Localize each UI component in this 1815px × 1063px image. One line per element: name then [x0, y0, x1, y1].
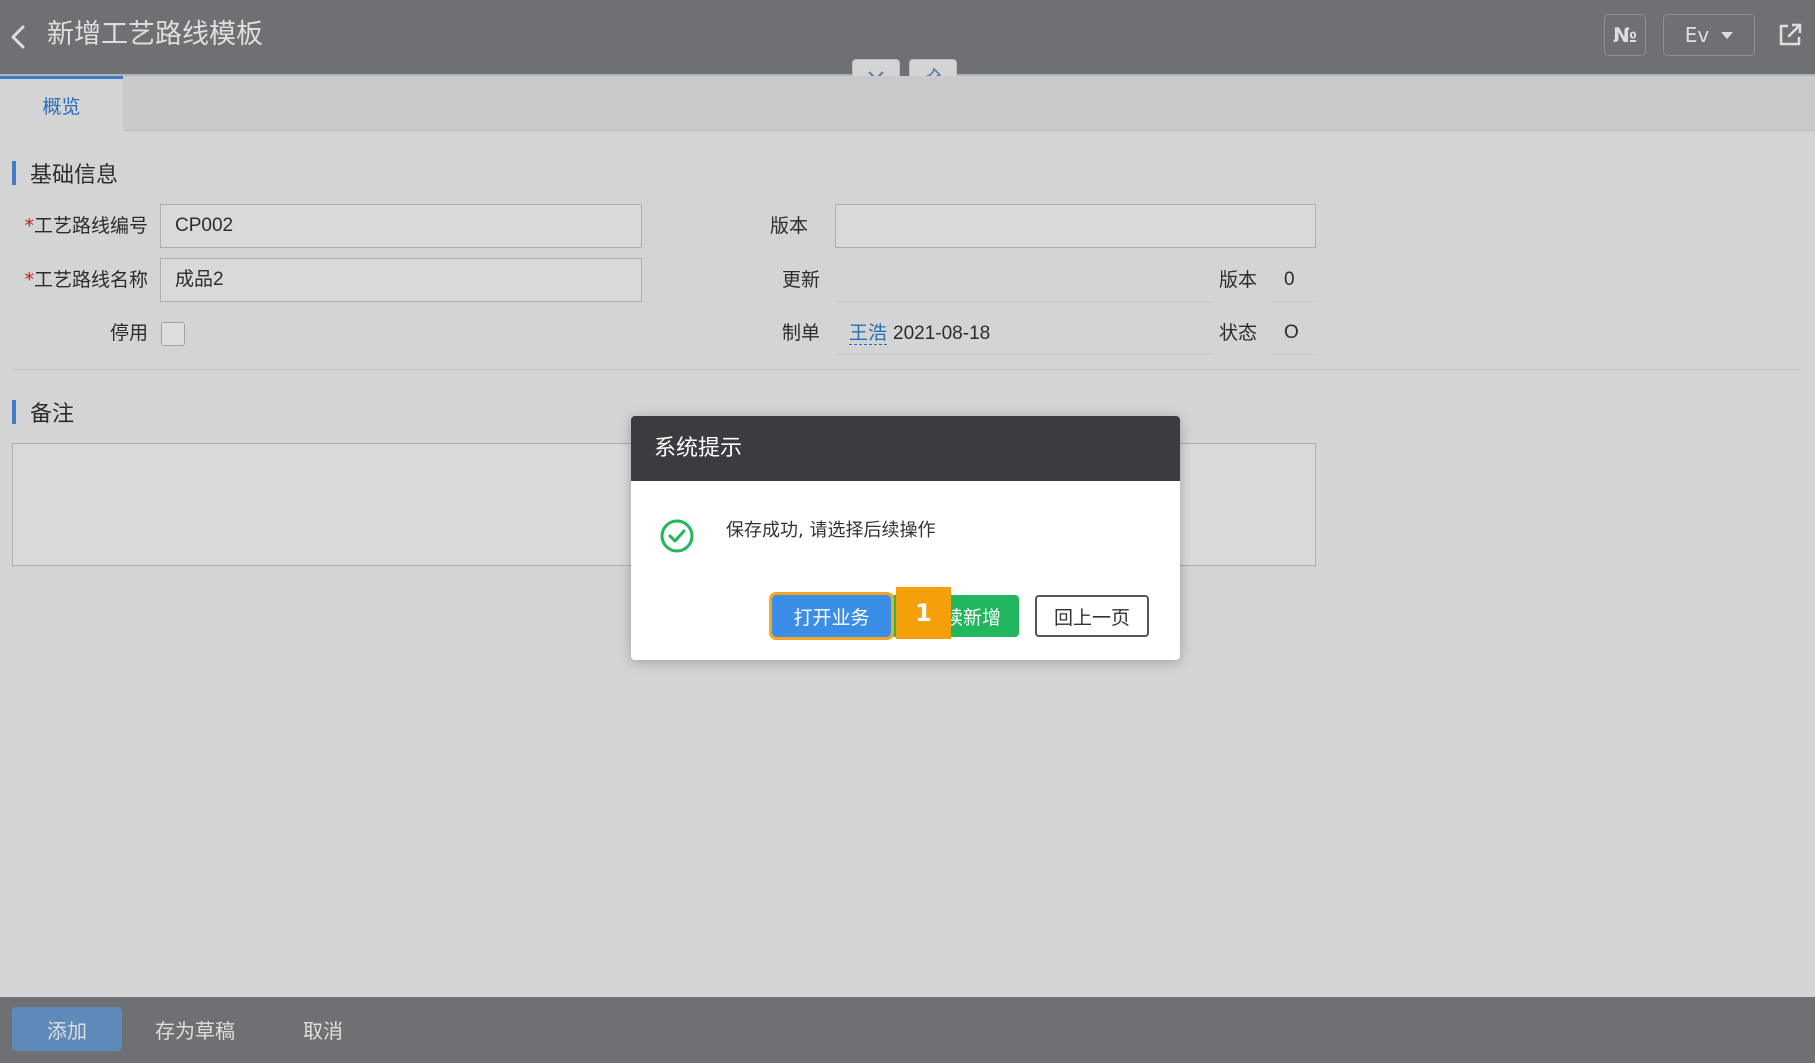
step-marker-badge: 1	[896, 587, 951, 639]
back-previous-button[interactable]: 回上一页	[1035, 595, 1149, 637]
open-business-button[interactable]: 打开业务	[769, 592, 894, 640]
dialog-message: 保存成功, 请选择后续操作	[726, 520, 936, 541]
success-check-icon	[660, 519, 694, 553]
dialog-title: 系统提示	[631, 416, 1180, 481]
